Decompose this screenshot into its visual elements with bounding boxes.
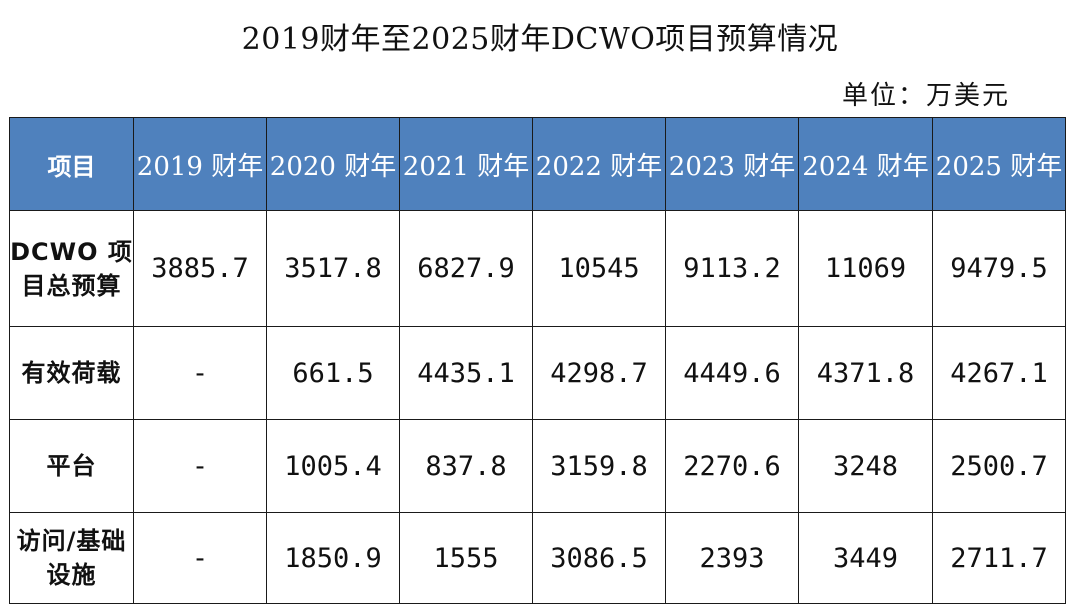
table-cell: 10545: [532, 210, 666, 327]
table-cell: 4435.1: [399, 326, 533, 420]
table-cell: -: [133, 326, 267, 420]
row-label: DCWO 项目总预算: [9, 210, 134, 327]
header-cell-fy2021: 2021 财年: [399, 117, 533, 211]
table-cell: 3449: [798, 512, 933, 604]
header-cell-fy2019: 2019 财年: [133, 117, 267, 211]
table-cell: 1555: [399, 512, 533, 604]
header-cell-fy2025: 2025 财年: [932, 117, 1066, 211]
header-cell-item: 项目: [9, 117, 134, 211]
table-row: 有效荷载 - 661.5 4435.1 4298.7 4449.6 4371.8…: [9, 326, 1066, 420]
table-header: 项目 2019 财年 2020 财年 2021 财年 2022 财年 2023 …: [9, 117, 1066, 211]
table-cell: 2711.7: [932, 512, 1066, 604]
table-cell: 4371.8: [798, 326, 933, 420]
table-row: 访问/基础设施 - 1850.9 1555 3086.5 2393 3449 2…: [9, 512, 1066, 604]
table-cell: 9113.2: [665, 210, 799, 327]
table-cell: 4267.1: [932, 326, 1066, 420]
table-cell: 2500.7: [932, 419, 1066, 513]
table-cell: -: [133, 512, 267, 604]
table-cell: 2393: [665, 512, 799, 604]
row-label: 访问/基础设施: [9, 512, 134, 604]
header-cell-fy2023: 2023 财年: [665, 117, 799, 211]
table-cell: 3159.8: [532, 419, 666, 513]
table-cell: 3248: [798, 419, 933, 513]
row-label: 平台: [9, 419, 134, 513]
table-cell: 3517.8: [266, 210, 400, 327]
page-title: 2019财年至2025财年DCWO项目预算情况: [241, 22, 839, 57]
table-row: DCWO 项目总预算 3885.7 3517.8 6827.9 10545 91…: [9, 210, 1066, 327]
table-cell: 9479.5: [932, 210, 1066, 327]
unit-label: 单位：万美元: [841, 81, 1010, 111]
header-cell-fy2024: 2024 财年: [798, 117, 933, 211]
table-cell: 3086.5: [532, 512, 666, 604]
table-cell: 6827.9: [399, 210, 533, 327]
row-label: 有效荷载: [9, 326, 134, 420]
table-cell: 3885.7: [133, 210, 267, 327]
table-cell: -: [133, 419, 267, 513]
table-cell: 661.5: [266, 326, 400, 420]
budget-table: 项目 2019 财年 2020 财年 2021 财年 2022 财年 2023 …: [9, 117, 1066, 604]
table-cell: 2270.6: [665, 419, 799, 513]
table-cell: 11069: [798, 210, 933, 327]
table-cell: 1005.4: [266, 419, 400, 513]
table-cell: 4449.6: [665, 326, 799, 420]
table-cell: 1850.9: [266, 512, 400, 604]
table-cell: 4298.7: [532, 326, 666, 420]
table-row: 平台 - 1005.4 837.8 3159.8 2270.6 3248 250…: [9, 419, 1066, 513]
header-cell-fy2020: 2020 财年: [266, 117, 400, 211]
table-cell: 837.8: [399, 419, 533, 513]
header-cell-fy2022: 2022 财年: [532, 117, 666, 211]
